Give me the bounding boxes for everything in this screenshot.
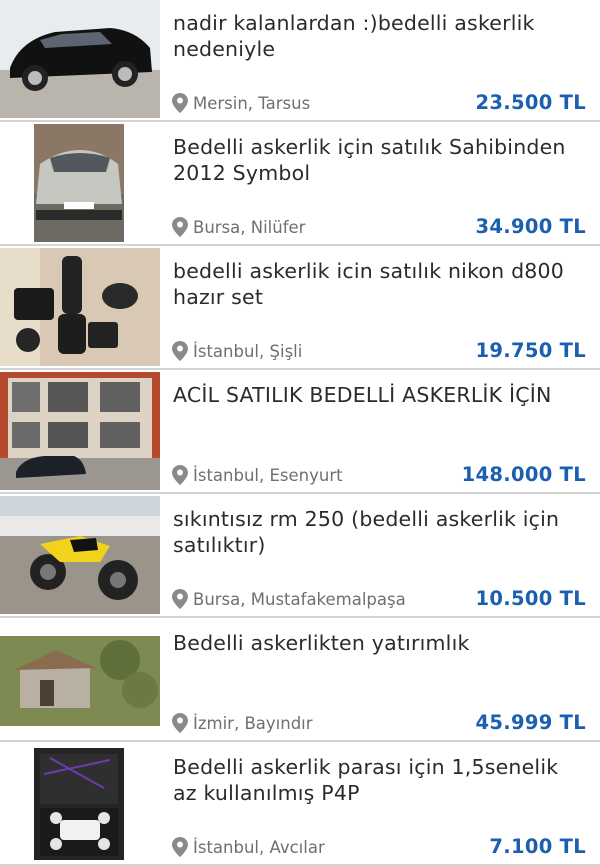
listing-location: İstanbul, Avcılar — [172, 837, 325, 857]
camera-lenses-photo[interactable] — [0, 248, 160, 366]
drone-case-photo[interactable] — [0, 744, 160, 862]
location-text: Mersin, Tarsus — [193, 93, 311, 113]
listing-row[interactable]: sıkıntısız rm 250 (bedelli askerlik için… — [0, 496, 600, 618]
listing-title[interactable]: bedelli askerlik icin satılık nikon d800… — [173, 258, 588, 310]
old-house-land-photo[interactable] — [0, 620, 160, 738]
location-text: Bursa, Nilüfer — [193, 217, 306, 237]
listing-price: 45.999 TL — [475, 711, 586, 734]
listing-price: 10.500 TL — [475, 587, 586, 610]
location-pin-icon — [172, 465, 188, 485]
listing-title[interactable]: Bedelli askerlik parası için 1,5senelik … — [173, 754, 588, 806]
location-pin-icon — [172, 217, 188, 237]
silver-sedan-photo[interactable] — [0, 124, 160, 242]
listing-list: nadir kalanlardan :)bedelli askerlik ned… — [0, 0, 600, 866]
location-text: Bursa, Mustafakemalpaşa — [193, 589, 406, 609]
location-pin-icon — [172, 713, 188, 733]
listing-row[interactable]: ACİL SATILIK BEDELLİ ASKERLİK İÇİN İstan… — [0, 372, 600, 494]
listing-row[interactable]: Bedelli askerlik için satılık Sahibinden… — [0, 124, 600, 246]
listing-price: 7.100 TL — [489, 835, 586, 858]
apartment-building-photo[interactable] — [0, 372, 160, 490]
location-pin-icon — [172, 837, 188, 857]
listing-location: Bursa, Nilüfer — [172, 217, 305, 237]
listing-price: 23.500 TL — [475, 91, 586, 114]
location-text: İstanbul, Esenyurt — [193, 465, 343, 485]
listing-title[interactable]: sıkıntısız rm 250 (bedelli askerlik için… — [173, 506, 588, 558]
listing-title[interactable]: Bedelli askerlik için satılık Sahibinden… — [173, 134, 588, 186]
location-text: İzmir, Bayındır — [193, 713, 313, 733]
location-text: İstanbul, Şişli — [193, 341, 303, 361]
listing-title[interactable]: nadir kalanlardan :)bedelli askerlik ned… — [173, 10, 588, 62]
listing-location: İzmir, Bayındır — [172, 713, 313, 733]
listing-row[interactable]: Bedelli askerlik parası için 1,5senelik … — [0, 744, 600, 866]
listing-price: 34.900 TL — [475, 215, 586, 238]
listing-location: Mersin, Tarsus — [172, 93, 310, 113]
listing-price: 19.750 TL — [475, 339, 586, 362]
location-pin-icon — [172, 589, 188, 609]
listing-location: Bursa, Mustafakemalpaşa — [172, 589, 406, 609]
listing-row[interactable]: nadir kalanlardan :)bedelli askerlik ned… — [0, 0, 600, 122]
location-text: İstanbul, Avcılar — [193, 837, 325, 857]
black-hatchback-photo[interactable] — [0, 0, 160, 118]
listing-location: İstanbul, Esenyurt — [172, 465, 343, 485]
listing-title[interactable]: Bedelli askerlikten yatırımlık — [173, 630, 588, 656]
location-pin-icon — [172, 341, 188, 361]
listing-price: 148.000 TL — [461, 463, 586, 486]
location-pin-icon — [172, 93, 188, 113]
yellow-motorbike-photo[interactable] — [0, 496, 160, 614]
listing-location: İstanbul, Şişli — [172, 341, 302, 361]
listing-title[interactable]: ACİL SATILIK BEDELLİ ASKERLİK İÇİN — [173, 382, 588, 408]
listing-row[interactable]: bedelli askerlik icin satılık nikon d800… — [0, 248, 600, 370]
listing-row[interactable]: Bedelli askerlikten yatırımlık İzmir, Ba… — [0, 620, 600, 742]
